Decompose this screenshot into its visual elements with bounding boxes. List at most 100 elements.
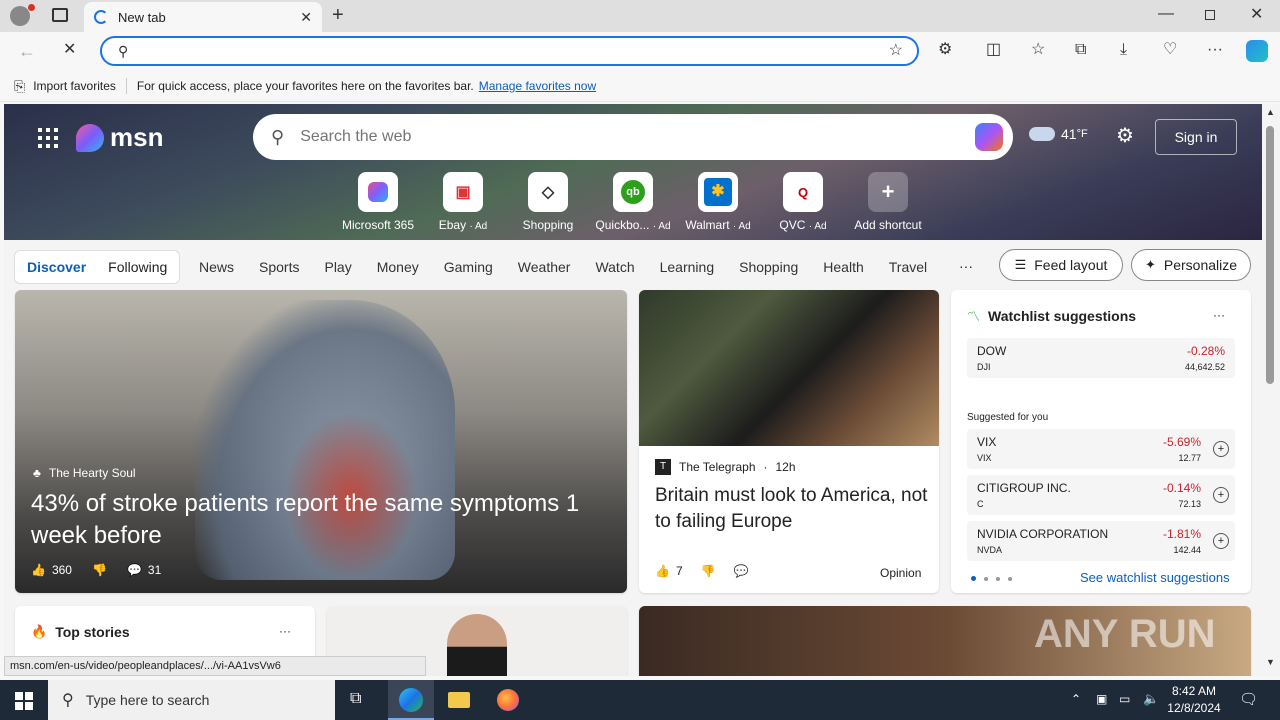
scroll-up-icon[interactable]: ▲ <box>1266 108 1275 117</box>
taskbar-clock[interactable]: 8:42 AM 12/8/2024 <box>1164 683 1224 717</box>
msn-hero-banner: msn ⚲ 41°F ⚙ Sign in Microsoft 365 ▣ Eba… <box>4 104 1262 240</box>
msn-search-box[interactable]: ⚲ <box>253 114 1013 160</box>
sign-in-button[interactable]: Sign in <box>1155 119 1237 155</box>
nav-weather[interactable]: Weather <box>518 259 571 275</box>
add-favorite-icon[interactable]: ☆ <box>889 43 903 59</box>
split-screen-icon[interactable]: ◫ <box>986 42 1001 58</box>
shortcut-qvc[interactable]: Q QVC · Ad <box>763 172 843 232</box>
restore-icon[interactable] <box>1205 10 1215 20</box>
quickbooks-icon: qb <box>613 172 653 212</box>
hero-article-title[interactable]: 43% of stroke patients report the same s… <box>31 488 611 552</box>
edge-taskbar-icon[interactable] <box>388 680 434 720</box>
shortcut-shopping[interactable]: ◇ Shopping <box>508 172 588 232</box>
feed-layout-button[interactable]: ☰ Feed layout <box>999 249 1123 281</box>
import-favorites-button[interactable]: Import favorites <box>33 79 116 93</box>
tab-discover[interactable]: Discover <box>27 259 86 275</box>
thumbs-down-icon[interactable]: 👎 <box>701 564 716 578</box>
extensions-icon[interactable]: ⚙ <box>938 42 952 58</box>
watchlist-row-citigroup[interactable]: CITIGROUP INC. C -0.14% 72.13 + <box>967 475 1235 515</box>
task-view-icon[interactable]: ⧉ <box>350 690 361 708</box>
watchlist-more-button[interactable]: ··· <box>1213 308 1225 322</box>
shortcut-quickbooks[interactable]: qb Quickbo... · Ad <box>593 172 673 232</box>
nav-watch[interactable]: Watch <box>595 259 634 275</box>
address-bar[interactable]: ⚲ ☆ <box>100 36 919 66</box>
article-source[interactable]: T The Telegraph · 12h <box>655 459 796 475</box>
side-article-title[interactable]: Britain must look to America, not to fai… <box>655 483 930 535</box>
status-bar-url: msn.com/en-us/video/peopleandplaces/.../… <box>4 656 426 676</box>
nav-learning[interactable]: Learning <box>660 259 715 275</box>
settings-more-icon[interactable]: ··· <box>1207 42 1223 58</box>
watchlist-row-dow[interactable]: DOW DJI -0.28% 44,642.52 <box>967 338 1235 378</box>
nav-more-button[interactable]: ··· <box>959 258 973 274</box>
article-source[interactable]: ♣ The Hearty Soul <box>33 466 136 480</box>
volume-icon[interactable]: 🔈 <box>1143 691 1159 707</box>
tray-device-icon[interactable]: ▣ <box>1096 692 1107 706</box>
top-stories-title[interactable]: Top stories <box>55 624 129 640</box>
scroll-down-icon[interactable]: ▼ <box>1266 658 1275 667</box>
tab-actions-icon[interactable] <box>52 8 68 22</box>
tab-following[interactable]: Following <box>108 259 167 275</box>
apps-grid-icon[interactable] <box>38 128 58 148</box>
profile-avatar[interactable] <box>10 4 35 26</box>
firefox-icon[interactable] <box>497 689 519 711</box>
back-icon[interactable]: ← <box>18 42 36 60</box>
network-icon[interactable]: ▭ <box>1119 692 1130 706</box>
search-icon: ⚲ <box>271 127 285 147</box>
comment-icon[interactable]: 💬 <box>127 563 142 577</box>
close-window-icon[interactable]: ✕ <box>1250 7 1263 23</box>
favorites-icon[interactable]: ☆ <box>1031 42 1045 58</box>
nav-travel[interactable]: Travel <box>889 259 927 275</box>
shortcut-walmart[interactable]: ✱ Walmart · Ad <box>678 172 758 232</box>
tab-new-tab[interactable]: New tab ✕ <box>84 2 322 32</box>
windows-start-icon[interactable] <box>15 692 33 710</box>
shortcut-microsoft365[interactable]: Microsoft 365 <box>338 172 418 232</box>
comment-icon[interactable]: 💬 <box>734 564 749 578</box>
add-to-watchlist-icon[interactable]: + <box>1213 441 1229 457</box>
add-to-watchlist-icon[interactable]: + <box>1213 533 1229 549</box>
top-stories-more-button[interactable]: ··· <box>279 624 291 638</box>
nav-health[interactable]: Health <box>823 259 863 275</box>
watchlist-row-vix[interactable]: VIX VIX -5.69% 12.77 + <box>967 429 1235 469</box>
notifications-icon[interactable]: 🗨 <box>1239 690 1258 708</box>
hero-article-card[interactable]: ♣ The Hearty Soul 43% of stroke patients… <box>15 290 627 593</box>
scroll-thumb[interactable] <box>1266 126 1274 384</box>
manage-favorites-link[interactable]: Manage favorites now <box>479 79 596 93</box>
thumbs-up-icon[interactable]: 👍 <box>655 564 670 578</box>
watchlist-row-nvidia[interactable]: NVIDIA CORPORATION NVDA -1.81% 142.44 + <box>967 521 1235 561</box>
copilot-icon[interactable] <box>1246 40 1268 62</box>
weather-widget[interactable]: 41 °F <box>1029 126 1088 142</box>
msn-logo[interactable]: msn <box>76 122 163 153</box>
settings-gear-icon[interactable]: ⚙ <box>1116 126 1134 146</box>
collections-icon[interactable]: ⧉ <box>1075 42 1086 58</box>
new-tab-icon[interactable]: + <box>332 5 344 25</box>
thumbs-down-icon[interactable]: 👎 <box>92 563 107 577</box>
downloads-icon[interactable]: ⤓ <box>1120 42 1127 58</box>
side-article-card[interactable]: T The Telegraph · 12h Britain must look … <box>639 290 939 593</box>
browser-essentials-icon[interactable]: ♡ <box>1163 42 1177 58</box>
taskbar-search-box[interactable]: ⚲ Type here to search <box>48 680 335 720</box>
shortcut-ebay[interactable]: ▣ Ebay · Ad <box>423 172 503 232</box>
stop-loading-icon[interactable]: ✕ <box>63 42 76 58</box>
nav-news[interactable]: News <box>199 259 234 275</box>
add-to-watchlist-icon[interactable]: + <box>1213 487 1229 503</box>
nav-sports[interactable]: Sports <box>259 259 299 275</box>
copilot-search-icon[interactable] <box>975 123 1003 151</box>
see-watchlist-link[interactable]: See watchlist suggestions <box>1080 570 1230 585</box>
page-scrollbar[interactable]: ▲ ▼ <box>1262 104 1280 676</box>
nav-shopping[interactable]: Shopping <box>739 259 798 275</box>
thumbs-up-icon[interactable]: 👍 <box>31 563 46 577</box>
tray-chevron-icon[interactable]: ⌃ <box>1071 692 1081 706</box>
file-explorer-icon[interactable] <box>448 692 470 708</box>
minimize-icon[interactable]: — <box>1158 6 1174 22</box>
address-input[interactable] <box>138 43 889 59</box>
nav-money[interactable]: Money <box>377 259 419 275</box>
shopping-tag-icon: ◇ <box>528 172 568 212</box>
carousel-dots[interactable] <box>971 576 1012 581</box>
personalize-button[interactable]: ✦ Personalize <box>1131 249 1251 281</box>
add-shortcut-button[interactable]: + Add shortcut <box>848 172 928 232</box>
msn-search-input[interactable] <box>300 128 975 146</box>
nav-gaming[interactable]: Gaming <box>444 259 493 275</box>
nav-play[interactable]: Play <box>324 259 351 275</box>
article-image <box>639 290 939 446</box>
close-tab-icon[interactable]: ✕ <box>300 10 312 24</box>
